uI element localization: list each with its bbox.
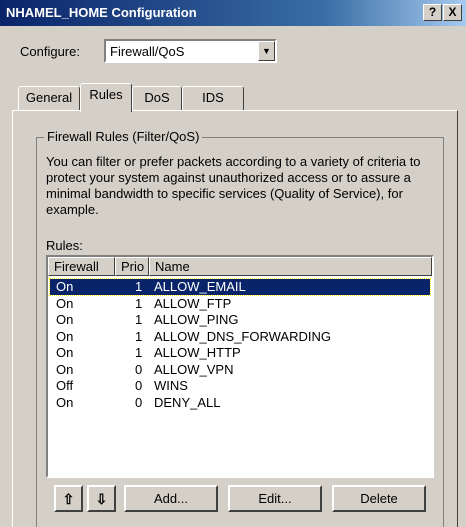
tab-rules[interactable]: Rules (80, 83, 132, 112)
tab-general[interactable]: General (18, 86, 80, 110)
cell-name: ALLOW_EMAIL (154, 279, 246, 294)
move-down-button[interactable]: ⇩ (87, 485, 116, 512)
configure-dropdown-value: Firewall/QoS (110, 44, 185, 59)
tab-dos[interactable]: DoS (132, 86, 182, 110)
rules-description: You can filter or prefer packets accordi… (46, 154, 421, 217)
move-up-button[interactable]: ⇧ (54, 485, 83, 512)
table-row[interactable]: On 1 ALLOW_EMAIL (49, 278, 431, 296)
cell-name: WINS (154, 378, 188, 393)
help-button[interactable]: ? (423, 4, 442, 21)
cell-firewall: On (56, 295, 74, 311)
delete-button[interactable]: Delete (332, 485, 426, 512)
cell-firewall: On (56, 394, 74, 410)
rules-label: Rules: (46, 238, 83, 253)
cell-prio: 1 (135, 345, 143, 360)
configure-label: Configure: (20, 44, 80, 59)
configure-dropdown[interactable]: Firewall/QoS ▼ (104, 39, 277, 63)
column-header-prio[interactable]: Prio (115, 257, 149, 276)
close-button[interactable]: X (443, 4, 462, 21)
cell-firewall: On (56, 279, 74, 294)
cell-prio: 1 (135, 328, 143, 344)
cell-firewall: On (56, 328, 74, 344)
table-row[interactable]: On 0 ALLOW_VPN (50, 362, 430, 378)
cell-name: ALLOW_VPN (154, 361, 234, 377)
table-row[interactable]: On 0 DENY_ALL (50, 395, 430, 411)
cell-name: ALLOW_FTP (154, 295, 232, 311)
chevron-down-icon[interactable]: ▼ (258, 41, 275, 61)
table-row[interactable]: On 1 ALLOW_HTTP (50, 345, 430, 361)
cell-prio: 0 (135, 394, 143, 410)
cell-firewall: On (56, 345, 74, 360)
cell-firewall: On (56, 361, 74, 377)
list-header: Firewall Prio Name (48, 257, 432, 276)
cell-prio: 0 (135, 378, 143, 393)
rules-list[interactable]: Firewall Prio Name On 1 ALLOW_EMAIL On 1 ALLO… (46, 255, 434, 478)
cell-firewall: Off (56, 378, 74, 393)
column-header-name[interactable]: Name (149, 257, 432, 276)
window-title: NHAMEL_HOME Configuration (6, 5, 197, 20)
cell-name: ALLOW_HTTP (154, 345, 241, 360)
tab-ids[interactable]: IDS (182, 86, 244, 110)
cell-name: ALLOW_DNS_FORWARDING (154, 328, 331, 344)
table-row[interactable]: On 1 ALLOW_FTP (50, 296, 430, 312)
column-header-firewall[interactable]: Firewall (48, 257, 115, 276)
add-button[interactable]: Add... (124, 485, 218, 512)
cell-prio: 0 (135, 361, 143, 377)
group-title: Firewall Rules (Filter/QoS) (44, 129, 203, 144)
cell-prio: 1 (135, 295, 143, 311)
arrow-down-icon: ⇩ (95, 490, 108, 507)
title-bar: NHAMEL_HOME Configuration ? X (0, 0, 466, 26)
cell-name: DENY_ALL (154, 394, 221, 410)
table-row[interactable]: On 1 ALLOW_PING (50, 312, 430, 328)
edit-button[interactable]: Edit... (228, 485, 322, 512)
arrow-up-icon: ⇧ (62, 490, 75, 507)
table-row[interactable]: Off 0 WINS (50, 378, 430, 394)
table-row[interactable]: On 1 ALLOW_DNS_FORWARDING (50, 329, 430, 345)
cell-prio: 1 (135, 312, 143, 327)
cell-firewall: On (56, 312, 74, 327)
cell-prio: 1 (135, 279, 143, 294)
cell-name: ALLOW_PING (154, 312, 239, 327)
